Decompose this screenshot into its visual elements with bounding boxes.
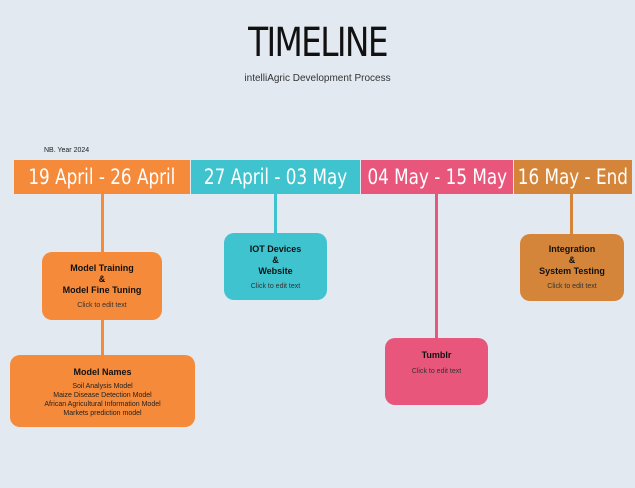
connector-line-1b (101, 320, 104, 356)
iot-line2: & (272, 255, 279, 265)
tumblr-subtext: Click to edit text (411, 368, 462, 375)
tumblr-title: Tumblr (421, 350, 452, 360)
year-note: NB. Year 2024 (44, 147, 90, 154)
connector-line-1 (101, 194, 104, 252)
model-training-card[interactable]: Model Training & Model Fine Tuning Click… (42, 252, 162, 320)
iot-card[interactable]: IOT Devices & Website Click to edit text (224, 233, 327, 300)
tumblr-card[interactable]: Tumblr Click to edit text (385, 338, 488, 405)
integration-line2: & (568, 255, 576, 265)
phase-label-2: 27 April - 03 May (203, 165, 348, 189)
phase-bar-2: 27 April - 03 May (191, 160, 360, 194)
integration-card[interactable]: Integration & System Testing Click to ed… (520, 234, 624, 301)
iot-line1: IOT Devices (249, 244, 302, 254)
model-names-card[interactable]: Model Names Soil Analysis Model Maize Di… (10, 355, 195, 427)
integration-line3: System Testing (539, 266, 605, 276)
model-training-subtext: Click to edit text (77, 302, 127, 309)
model-name-item: Markets prediction model (63, 410, 142, 417)
page-subtitle: intelliAgric Development Process (244, 73, 391, 84)
phase-label-4: 16 May - End (517, 165, 629, 189)
phase-bar-4: 16 May - End (514, 160, 632, 194)
integration-line1: Integration (548, 244, 596, 254)
phase-bar-3: 04 May - 15 May (361, 160, 513, 194)
model-names-title: Model Names (73, 367, 132, 377)
iot-line3: Website (258, 266, 293, 276)
connector-line-2 (274, 194, 277, 234)
model-training-line2: & (98, 274, 106, 284)
model-training-line1: Model Training (70, 263, 134, 273)
model-name-item: Maize Disease Detection Model (53, 392, 152, 399)
connector-line-3 (435, 194, 438, 339)
model-name-item: Soil Analysis Model (72, 383, 133, 390)
model-name-item: African Agricultural Information Model (44, 401, 161, 408)
model-training-line3: Model Fine Tuning (62, 285, 142, 295)
connector-line-4 (570, 194, 573, 234)
phase-bar-1: 19 April - 26 April (14, 160, 190, 194)
iot-subtext: Click to edit text (250, 283, 301, 290)
phase-label-1: 19 April - 26 April (28, 165, 176, 189)
integration-subtext: Click to edit text (547, 283, 597, 290)
page-title: TIMELINE (248, 20, 388, 66)
phase-label-3: 04 May - 15 May (367, 165, 507, 189)
